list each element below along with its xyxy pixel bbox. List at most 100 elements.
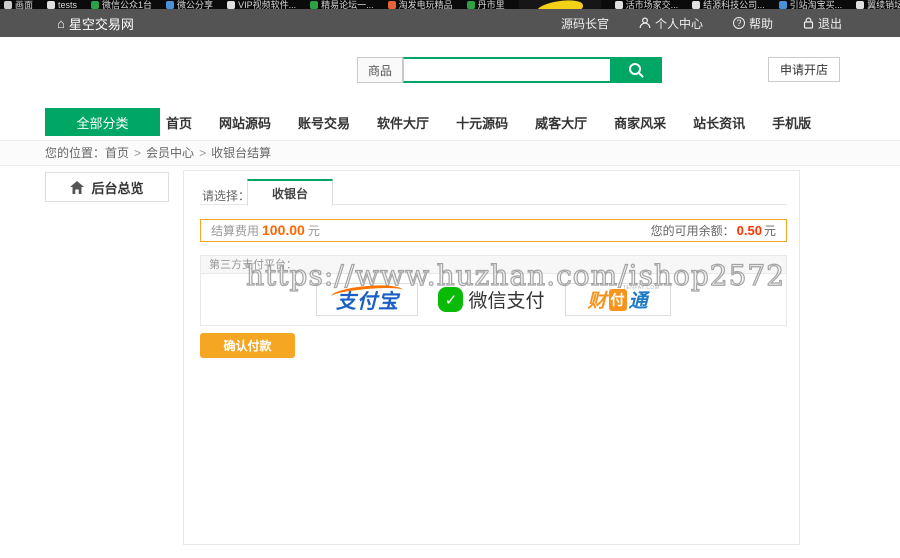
tenpay-logo-cai: 财 [587,291,607,312]
payment-option-wechat[interactable]: ✓ 微信支付 [438,286,545,313]
breadcrumb-member-center[interactable]: 会员中心 [146,146,194,160]
bookmark-label: 翼续销坛欢迎... [867,0,900,9]
breadcrumb-current: 收银台结算 [211,146,272,160]
tab-row: 请选择： 收银台 [200,179,787,206]
sidebar-item-overview[interactable]: 后台总览 [45,172,169,202]
search-icon [629,63,644,78]
settlement-summary: 结算费用 100.00 元 您的可用余额： 0.50 元 [200,219,787,242]
search-button[interactable] [610,57,662,83]
site-name: 星空交易网 [68,16,134,32]
payment-options: 支付宝 ✓ 微信支付 TENPAY.COM 财 付 通 [200,274,787,326]
balance-label: 您的可用余额： [650,224,735,238]
bookmark-icon [466,1,475,9]
breadcrumb-separator: > [199,146,207,160]
site-logo[interactable]: ⌂ 星空交易网 [57,9,134,37]
bookmark-icon [310,1,319,9]
bookmark-item[interactable]: 微信公众1台 [91,0,152,9]
confirm-payment-button[interactable]: 确认付款 [200,333,295,358]
balance-unit: 元 [763,224,776,238]
payment-option-alipay[interactable]: 支付宝 [316,282,419,316]
bookmark-icon [166,1,175,9]
wechat-pay-label: 微信支付 [468,291,545,312]
home-icon: ⌂ [57,15,65,31]
bookmark-label: tests [58,0,78,9]
bookmark-item[interactable]: 画面 [4,0,33,9]
nav-item-merchant-style[interactable]: 商家风采 [614,113,666,132]
fee-text: 结算费用 100.00 元 [211,222,320,239]
checkout-panel: 请选择： 收银台 结算费用 100.00 元 您的可用余额： 0.50 元 第三方支付平… [183,170,800,545]
nav-item-witkey-hall[interactable]: 威客大厅 [535,113,587,132]
balance-amount: 0.50 [736,223,762,238]
link-label: 退出 [817,16,842,31]
bookmark-icon [856,1,865,9]
breadcrumb-separator: > [134,146,142,160]
bookmark-item[interactable]: 丹市里 [466,0,505,9]
bookmark-icon [692,1,701,9]
sidebar-item-label: 后台总览 [91,180,144,196]
bookmark-icon [778,1,787,9]
all-categories-button[interactable]: 全部分类 [45,108,160,136]
payment-platform-header: 第三方支付平台： [200,255,787,274]
nav-item-account-trade[interactable]: 账号交易 [298,113,350,132]
breadcrumb: 您的位置：首页 > 会员中心 > 收银台结算 [0,140,900,166]
balance-text: 您的可用余额： 0.50 元 [651,222,776,239]
bookmark-item[interactable]: 结源科技公司... [692,0,765,9]
link-source-admin[interactable]: 源码长官 [561,15,609,32]
bookmark-icon [227,1,236,9]
bookmark-label: 微信公众1台 [102,0,153,9]
link-label: 个人中心 [654,16,703,31]
link-label: 帮助 [748,16,773,31]
bookmark-label: 淘发电玩精品 [398,0,453,9]
nav-item-software-hall[interactable]: 软件大厅 [377,113,429,132]
link-user-center[interactable]: 个人中心 [639,15,703,32]
browser-bookmarks-bar: 画面 tests 微信公众1台 微公分享 VIP视频软件... 精易论坛一...… [0,0,900,9]
bookmark-item[interactable]: 翼续销坛欢迎... [856,0,900,9]
nav-links: 首页 网站源码 账号交易 软件大厅 十元源码 威客大厅 商家风采 站长资讯 手机… [166,108,811,136]
bookmark-item[interactable]: 精易论坛一... [310,0,374,9]
tenpay-logo-fu: 付 [608,288,627,311]
main-nav: 全部分类 首页 网站源码 账号交易 软件大厅 十元源码 威客大厅 商家风采 站长… [0,108,900,136]
header-links: 源码长官 个人中心 ? 帮助 退出 [561,9,842,37]
tab-cashier[interactable]: 收银台 [247,179,333,206]
bookmark-item[interactable]: 引站淘宝买... [778,0,843,9]
bookmark-item[interactable]: 淘发电玩精品 [387,0,453,9]
bookmark-icon [91,1,100,9]
link-help[interactable]: ? 帮助 [732,15,773,32]
bookmark-item[interactable]: tests [47,0,77,9]
search-section: 商品 申请开店 [0,37,900,101]
search-category-select[interactable]: 商品 [357,57,403,83]
search-bar: 商品 [357,57,662,83]
bookmark-label: VIP视频软件... [238,0,297,9]
fee-label: 结算费用 [211,224,260,238]
wechat-pay-icon: ✓ [438,287,464,312]
lock-icon [803,17,814,29]
nav-item-home[interactable]: 首页 [166,113,192,132]
bookmark-icon [614,1,623,9]
link-label: 源码长官 [560,16,609,31]
bookmark-icon [47,1,56,9]
yellow-logo-icon [535,0,584,9]
site-header: ⌂ 星空交易网 源码长官 个人中心 ? 帮助 退出 [0,9,900,37]
bookmark-label: 活市场家交... [625,0,679,9]
nav-item-mobile-version[interactable]: 手机版 [772,113,811,132]
bookmark-item[interactable]: 活市场家交... [614,0,679,9]
nav-item-webmaster-news[interactable]: 站长资讯 [693,113,745,132]
bookmark-label: 精易论坛一... [321,0,374,9]
search-input[interactable] [403,57,610,83]
breadcrumb-home[interactable]: 首页 [105,146,129,160]
open-shop-button[interactable]: 申请开店 [768,57,840,82]
breadcrumb-prefix: 您的位置： [45,146,106,160]
nav-item-site-source[interactable]: 网站源码 [219,113,271,132]
bookmark-label: 微公分享 [177,0,214,9]
bookmark-icon [4,1,12,9]
payment-option-tenpay[interactable]: TENPAY.COM 财 付 通 [564,283,671,316]
bookmark-label: 丹市里 [477,0,505,9]
link-logout[interactable]: 退出 [803,15,842,32]
bookmark-item[interactable]: 微公分享 [166,0,213,9]
bookmark-item[interactable]: VIP视频软件... [227,0,296,9]
yellow-logo-tab[interactable] [518,0,601,9]
nav-item-ten-yuan[interactable]: 十元源码 [456,113,508,132]
tenpay-sub-label: TENPAY.COM [622,285,660,291]
payment-platform-section: 第三方支付平台： 支付宝 ✓ 微信支付 TENPAY.COM 财 付 通 [200,255,787,326]
bookmark-label: 引站淘宝买... [789,0,843,9]
